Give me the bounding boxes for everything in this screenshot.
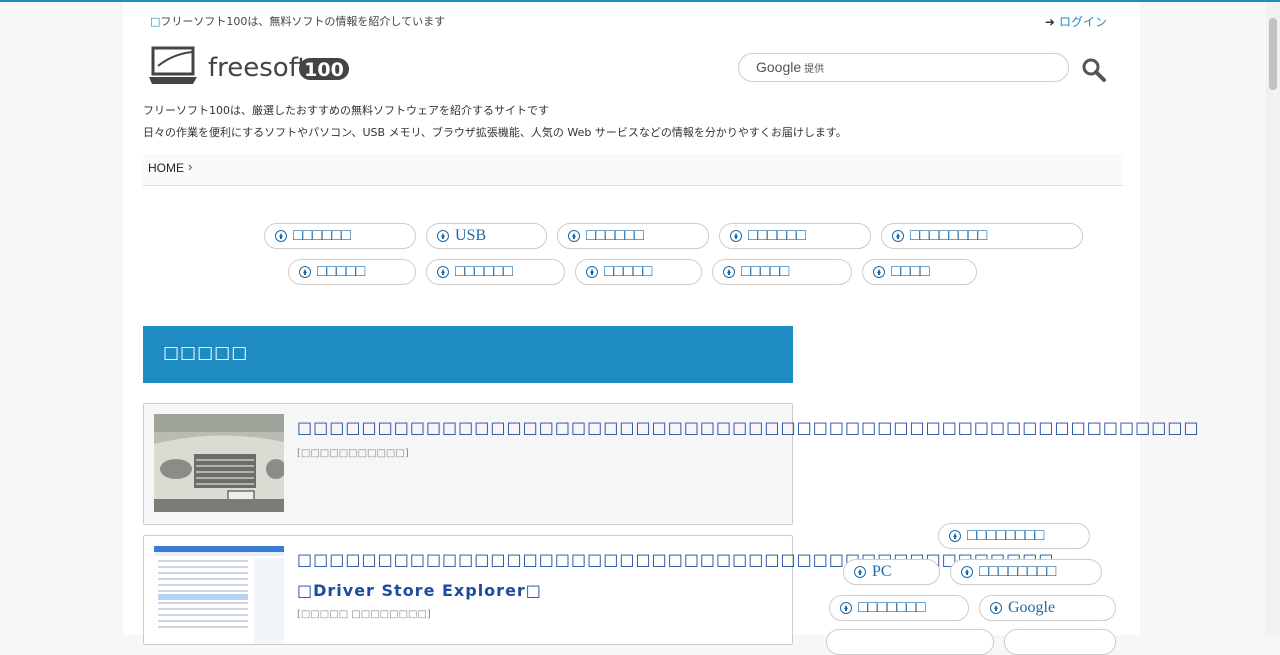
tag-pill[interactable]: □□□□□□□□ <box>881 223 1083 249</box>
article-card[interactable]: □□□□□□□□□□□□□□□□□□□□□□□□□□□□□□□□□□□□□□□□… <box>143 403 1199 525</box>
sidebar-tag-pill-pc[interactable]: PC <box>843 559 940 585</box>
tag-pill[interactable]: □□□□□□ <box>719 223 871 249</box>
search-icon <box>1082 58 1106 82</box>
search-input[interactable]: Google 提供 <box>738 53 1069 82</box>
chevron-right-icon: › <box>188 159 193 174</box>
screenshot-thumbnail-image <box>154 546 284 644</box>
car-thumbnail-image <box>154 414 284 512</box>
site-description-line1: フリーソフト100は、厳選したおすすめの無料ソフトウェアを紹介するサイトです <box>143 104 549 117</box>
arrow-up-circle-icon <box>299 266 311 278</box>
article-category: [□□□□□□□□□□□] <box>297 448 409 459</box>
tag-pill[interactable]: □□□□□□ <box>557 223 709 249</box>
sidebar-tag-pill[interactable]: □□□□□□□□ <box>938 523 1090 549</box>
svg-text:freesoft: freesoft <box>208 53 308 83</box>
site-description-line2: 日々の作業を便利にするソフトやパソコン、USB メモリ、ブラウザ拡張機能、人気の… <box>143 126 847 139</box>
arrow-up-circle-icon <box>723 266 735 278</box>
article-title-link-line2[interactable]: □Driver Store Explorer□ <box>297 581 542 600</box>
article-thumbnail[interactable] <box>154 546 284 644</box>
site-tagline: □フリーソフト100は、無料ソフトの情報を紹介しています <box>150 15 446 28</box>
arrow-up-circle-icon <box>730 230 742 242</box>
arrow-up-circle-icon <box>840 602 852 614</box>
section-header: □□□□□ <box>143 326 793 383</box>
article-title-link[interactable]: □□□□□□□□□□□□□□□□□□□□□□□□□□□□□□□□□□□□□□□□… <box>297 550 1055 569</box>
sidebar-tag-pill-google[interactable]: Google <box>979 595 1116 621</box>
article-thumbnail[interactable] <box>154 414 284 512</box>
scrollbar-thumb[interactable] <box>1269 18 1277 90</box>
tag-pill[interactable]: □□□□ <box>862 259 977 285</box>
arrow-up-circle-icon <box>854 566 866 578</box>
arrow-up-circle-icon <box>949 530 961 542</box>
article-title-link[interactable]: □□□□□□□□□□□□□□□□□□□□□□□□□□□□□□□□□□□□□□□□… <box>297 418 1200 437</box>
page-container: □フリーソフト100は、無料ソフトの情報を紹介しています ➜ ログイン frees… <box>123 2 1199 655</box>
arrow-up-circle-icon <box>990 602 1002 614</box>
article-category: [□□□□□ □□□□□□□□] <box>297 609 431 620</box>
arrow-up-circle-icon <box>873 266 885 278</box>
arrow-up-circle-icon <box>275 230 287 242</box>
arrow-up-circle-icon <box>892 230 904 242</box>
arrow-up-circle-icon <box>437 266 449 278</box>
sidebar-tag-pill[interactable]: □□□□□□□□ <box>950 559 1102 585</box>
sidebar-tag-pill[interactable]: □□□□□□□ <box>829 595 969 621</box>
top-bar: □フリーソフト100は、無料ソフトの情報を紹介しています ➜ ログイン <box>150 13 1107 31</box>
arrow-up-circle-icon <box>586 266 598 278</box>
arrow-up-circle-icon <box>437 230 449 242</box>
svg-text:100: 100 <box>304 59 344 81</box>
site-logo[interactable]: freesoft 100 <box>148 46 358 88</box>
sign-in-icon: ➜ <box>1044 15 1055 29</box>
search-provider-label: Google 提供 <box>756 59 825 75</box>
tag-pill[interactable]: □□□□□ <box>712 259 852 285</box>
arrow-up-circle-icon <box>961 566 973 578</box>
tag-pill[interactable]: □□□□□ <box>575 259 702 285</box>
page-scrollbar[interactable] <box>1266 2 1280 635</box>
tag-pill[interactable]: □□□□□ <box>288 259 416 285</box>
search-button[interactable] <box>1081 57 1109 83</box>
tag-pill[interactable]: □□□□□□ <box>264 223 416 249</box>
laptop-logo-icon: freesoft 100 <box>149 46 349 84</box>
arrow-up-circle-icon <box>568 230 580 242</box>
breadcrumb-home-link[interactable]: HOME <box>148 161 184 175</box>
tag-pill-usb[interactable]: USB <box>426 223 547 249</box>
article-card[interactable]: □□□□□□□□□□□□□□□□□□□□□□□□□□□□□□□□□□□□□□□□… <box>143 535 1054 645</box>
tag-pill[interactable]: □□□□□□ <box>426 259 565 285</box>
breadcrumb: HOME › <box>143 154 1123 186</box>
login-link[interactable]: ➜ ログイン <box>1045 13 1107 30</box>
